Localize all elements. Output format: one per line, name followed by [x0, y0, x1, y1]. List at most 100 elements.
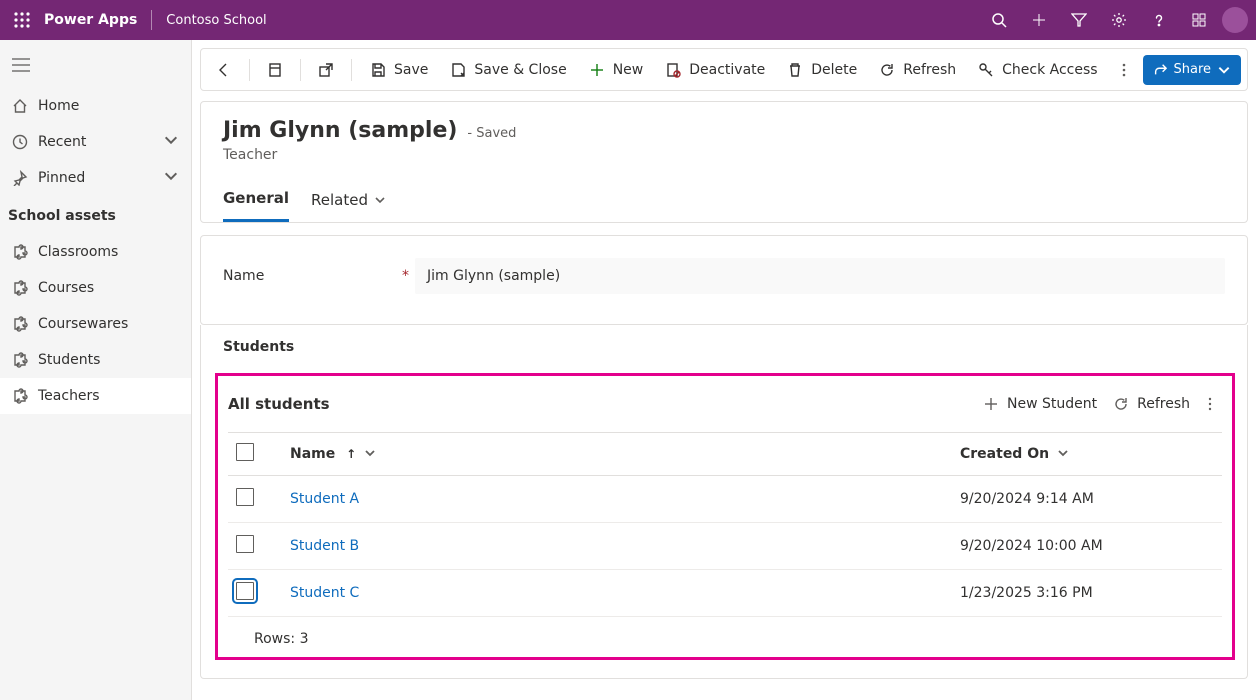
content-area: Save Save & Close New Deactivate Delete: [192, 40, 1256, 700]
record-title: Jim Glynn (sample): [223, 118, 457, 143]
puzzle-icon: [12, 280, 28, 296]
environment-name: Contoso School: [166, 13, 266, 28]
help-icon[interactable]: [1139, 0, 1179, 40]
deactivate-icon: [665, 62, 681, 78]
tab-general[interactable]: General: [223, 181, 289, 222]
nav-teachers-label: Teachers: [38, 388, 100, 404]
nav-classrooms-label: Classrooms: [38, 244, 118, 260]
add-icon[interactable]: [1019, 0, 1059, 40]
record-entity: Teacher: [223, 147, 1225, 163]
settings-gear-icon[interactable]: [1099, 0, 1139, 40]
save-close-button[interactable]: Save & Close: [440, 53, 576, 87]
trash-icon: [787, 62, 803, 78]
app-switcher-icon[interactable]: [1179, 0, 1219, 40]
save-close-icon: [450, 62, 466, 78]
refresh-icon: [879, 62, 895, 78]
subgrid-new-label: New Student: [1007, 396, 1097, 412]
nav-pinned[interactable]: Pinned: [0, 160, 191, 196]
chevron-down-icon: [374, 194, 386, 206]
nav-classrooms[interactable]: Classrooms: [0, 234, 191, 270]
pin-icon: [12, 170, 28, 186]
refresh-label: Refresh: [903, 62, 956, 78]
puzzle-icon: [12, 352, 28, 368]
nav-students-label: Students: [38, 352, 100, 368]
subgrid-toolbar: All students New Student Refresh: [228, 388, 1222, 432]
subgrid-overflow[interactable]: [1198, 388, 1222, 420]
row-checkbox[interactable]: [236, 582, 254, 600]
subgrid-refresh-label: Refresh: [1137, 396, 1190, 412]
save-close-label: Save & Close: [474, 62, 566, 78]
student-link[interactable]: Student C: [290, 585, 359, 601]
chevron-down-icon: [163, 168, 179, 188]
key-icon: [978, 62, 994, 78]
row-checkbox[interactable]: [236, 535, 254, 553]
created-on-cell: 9/20/2024 10:00 AM: [952, 523, 1222, 570]
new-label: New: [613, 62, 644, 78]
chevron-down-icon: [365, 446, 375, 462]
check-access-button[interactable]: Check Access: [968, 53, 1107, 87]
puzzle-icon: [12, 316, 28, 332]
save-icon: [370, 62, 386, 78]
tab-related[interactable]: Related: [311, 181, 386, 222]
delete-button[interactable]: Delete: [777, 53, 867, 87]
subgrid-new-button[interactable]: New Student: [975, 388, 1105, 420]
students-table: Name ↑ Created On: [228, 432, 1222, 617]
share-label: Share: [1173, 62, 1211, 77]
subgrid-heading: Students: [201, 339, 1247, 367]
table-row[interactable]: Student B 9/20/2024 10:00 AM: [228, 523, 1222, 570]
nav-section-title: School assets: [0, 196, 191, 234]
col-created-on[interactable]: Created On: [952, 433, 1222, 476]
select-all-checkbox[interactable]: [236, 443, 254, 461]
table-row[interactable]: Student A 9/20/2024 9:14 AM: [228, 476, 1222, 523]
popout-icon[interactable]: [309, 53, 343, 87]
puzzle-icon: [12, 388, 28, 404]
student-link[interactable]: Student A: [290, 491, 359, 507]
waffle-icon[interactable]: [8, 6, 36, 34]
new-button[interactable]: New: [579, 53, 654, 87]
save-button[interactable]: Save: [360, 53, 438, 87]
nav-teachers[interactable]: Teachers: [0, 378, 191, 414]
share-button[interactable]: Share: [1143, 55, 1241, 85]
nav-coursewares-label: Coursewares: [38, 316, 128, 332]
col-name[interactable]: Name ↑: [282, 433, 952, 476]
row-checkbox[interactable]: [236, 488, 254, 506]
nav-courses-label: Courses: [38, 280, 94, 296]
subgrid-view-name[interactable]: All students: [228, 395, 330, 413]
nav-students[interactable]: Students: [0, 342, 191, 378]
share-icon: [1153, 63, 1167, 77]
nav-courses[interactable]: Courses: [0, 270, 191, 306]
filter-icon[interactable]: [1059, 0, 1099, 40]
delete-label: Delete: [811, 62, 857, 78]
nav-collapse-icon[interactable]: [0, 46, 191, 88]
nav-home[interactable]: Home: [0, 88, 191, 124]
deactivate-label: Deactivate: [689, 62, 765, 78]
command-bar: Save Save & Close New Deactivate Delete: [200, 48, 1248, 91]
required-indicator: *: [395, 268, 409, 284]
student-link[interactable]: Student B: [290, 538, 359, 554]
overflow-menu[interactable]: [1110, 53, 1138, 87]
chevron-down-icon: [1058, 446, 1068, 462]
left-nav: Home Recent Pinned School assets Classro…: [0, 40, 192, 700]
created-on-cell: 9/20/2024 9:14 AM: [952, 476, 1222, 523]
search-icon[interactable]: [979, 0, 1019, 40]
nav-recent[interactable]: Recent: [0, 124, 191, 160]
plus-icon: [589, 62, 605, 78]
record-tabs: General Related: [223, 181, 1225, 222]
deactivate-button[interactable]: Deactivate: [655, 53, 775, 87]
panel-icon[interactable]: [258, 53, 292, 87]
chevron-down-icon: [1217, 63, 1231, 77]
refresh-icon: [1113, 396, 1129, 412]
field-name-label: Name: [223, 268, 395, 284]
header-divider: [151, 10, 152, 30]
clock-icon: [12, 134, 28, 150]
save-label: Save: [394, 62, 428, 78]
table-row[interactable]: Student C 1/23/2025 3:16 PM: [228, 570, 1222, 617]
user-avatar[interactable]: [1222, 7, 1248, 33]
nav-coursewares[interactable]: Coursewares: [0, 306, 191, 342]
subgrid-refresh-button[interactable]: Refresh: [1105, 388, 1198, 420]
field-name-input[interactable]: Jim Glynn (sample): [415, 258, 1225, 294]
record-status: - Saved: [467, 126, 516, 141]
field-name: Name * Jim Glynn (sample): [200, 235, 1248, 325]
refresh-button[interactable]: Refresh: [869, 53, 966, 87]
back-button[interactable]: [207, 53, 241, 87]
